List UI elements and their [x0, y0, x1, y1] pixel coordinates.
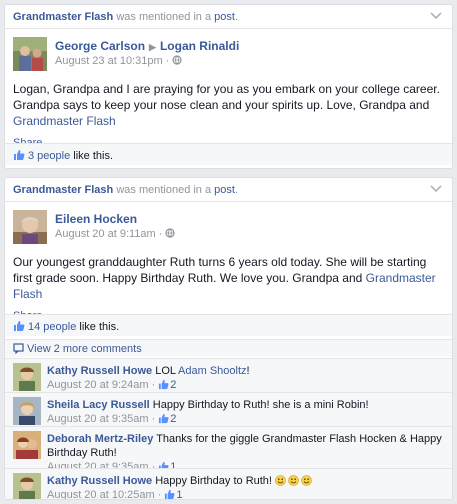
post-link[interactable]: post: [214, 184, 235, 196]
likes-count-link[interactable]: 3 people: [28, 150, 70, 162]
avatar[interactable]: [13, 37, 47, 71]
post-author-block: Eileen Hocken August 20 at 9:11am ·: [5, 210, 452, 254]
thumbs-up-icon: [13, 149, 25, 164]
post-mention-link[interactable]: Grandmaster Flash: [13, 114, 116, 128]
story-card: Grandmaster Flash was mentioned in a pos…: [4, 177, 453, 500]
view-more-comments-link[interactable]: View 2 more comments: [27, 343, 142, 355]
post-timestamp[interactable]: August 23 at 10:31pm: [55, 55, 163, 67]
avatar[interactable]: [13, 397, 41, 425]
story-header-end: .: [234, 184, 239, 196]
comment-text: LOL: [152, 365, 179, 377]
comment: Deborah Mertz-Riley Thanks for the giggl…: [5, 426, 452, 473]
comment-like-count[interactable]: 1: [176, 489, 182, 499]
post-author-line: George Carlson ▶ Logan Rinaldi: [55, 39, 239, 53]
post-text: Logan, Grandpa and I are praying for you…: [13, 82, 440, 112]
likes-text: like this.: [70, 150, 114, 162]
likes-row: 3 people like this.: [5, 143, 452, 165]
story-header-end: .: [234, 11, 239, 23]
avatar[interactable]: [13, 431, 41, 459]
view-more-comments[interactable]: View 2 more comments: [5, 339, 452, 357]
likes-text: like this.: [76, 321, 120, 333]
globe-icon: [165, 228, 175, 241]
comment-like-count[interactable]: 2: [170, 379, 176, 391]
post-author-link[interactable]: Eileen Hocken: [55, 212, 137, 226]
likes-row: 14 people like this.: [5, 314, 452, 336]
avatar[interactable]: [13, 473, 41, 499]
smiley-icon: [288, 475, 299, 486]
comment-timestamp[interactable]: August 20 at 10:25am: [47, 489, 155, 499]
smiley-icon: [275, 475, 286, 486]
avatar[interactable]: [13, 210, 47, 244]
story-actor-link[interactable]: Grandmaster Flash: [13, 11, 113, 23]
post-body: Our youngest granddaughter Ruth turns 6 …: [5, 254, 452, 302]
comment-body: Sheila Lacy Russell Happy Birthday to Ru…: [47, 393, 444, 412]
story-header: Grandmaster Flash was mentioned in a pos…: [5, 5, 452, 29]
comment-text: Happy Birthday to Ruth! she is a mini Ro…: [149, 399, 369, 411]
post-body: Logan, Grandpa and I are praying for you…: [5, 81, 452, 129]
chevron-down-icon[interactable]: [430, 11, 442, 21]
comment-text-end: !: [246, 365, 250, 377]
chevron-down-icon[interactable]: [430, 184, 442, 194]
post-timestamp-line: August 20 at 9:11am ·: [55, 228, 175, 241]
comment-meta: August 20 at 10:25am · 1: [47, 488, 444, 499]
thumbs-up-icon: [164, 489, 175, 499]
comment-timestamp[interactable]: August 20 at 9:24am: [47, 379, 149, 391]
smiley-icon: [301, 475, 312, 486]
comment: Kathy Russell Howe LOL Adam Shooltz! Aug…: [5, 358, 452, 392]
comment-body: Kathy Russell Howe LOL Adam Shooltz!: [47, 359, 444, 378]
post-timestamp[interactable]: August 20 at 9:11am: [55, 228, 156, 240]
post-text: Our youngest granddaughter Ruth turns 6 …: [13, 255, 427, 285]
comment: Sheila Lacy Russell Happy Birthday to Ru…: [5, 392, 452, 426]
comment-text: Happy Birthday to Ruth!: [152, 475, 276, 487]
comment-timestamp[interactable]: August 20 at 9:35am: [47, 413, 149, 425]
comment: Kathy Russell Howe Happy Birthday to Rut…: [5, 468, 452, 499]
story-actor-link[interactable]: Grandmaster Flash: [13, 184, 113, 196]
post-timestamp-line: August 23 at 10:31pm ·: [55, 55, 182, 68]
story-header: Grandmaster Flash was mentioned in a pos…: [5, 178, 452, 202]
comment-author-link[interactable]: Deborah Mertz-Riley: [47, 433, 153, 445]
arrow-right-icon: ▶: [149, 42, 156, 52]
globe-icon: [172, 55, 182, 68]
comment-author-link[interactable]: Sheila Lacy Russell: [47, 399, 150, 411]
avatar[interactable]: [13, 363, 41, 391]
likes-count-link[interactable]: 14 people: [28, 321, 76, 333]
comment-like-count[interactable]: 2: [170, 413, 176, 425]
story-header-text: was mentioned in a: [113, 11, 215, 23]
post-author-link[interactable]: George Carlson: [55, 39, 145, 53]
story-card: Grandmaster Flash was mentioned in a pos…: [4, 4, 453, 169]
comment-body: Kathy Russell Howe Happy Birthday to Rut…: [47, 469, 444, 488]
post-author-block: George Carlson ▶ Logan Rinaldi August 23 a…: [5, 37, 452, 81]
comment-bubble-icon: [13, 343, 24, 357]
comment-mention-link[interactable]: Adam Shooltz: [178, 365, 246, 377]
story-header-text: was mentioned in a: [113, 184, 215, 196]
post-link[interactable]: post: [214, 11, 235, 23]
post-author-line: Eileen Hocken: [55, 212, 137, 226]
comment-author-link[interactable]: Kathy Russell Howe: [47, 475, 152, 487]
comment-body: Deborah Mertz-Riley Thanks for the giggl…: [47, 427, 444, 460]
post-target-link[interactable]: Logan Rinaldi: [160, 39, 239, 53]
thumbs-up-icon: [13, 320, 25, 335]
comment-author-link[interactable]: Kathy Russell Howe: [47, 365, 152, 377]
